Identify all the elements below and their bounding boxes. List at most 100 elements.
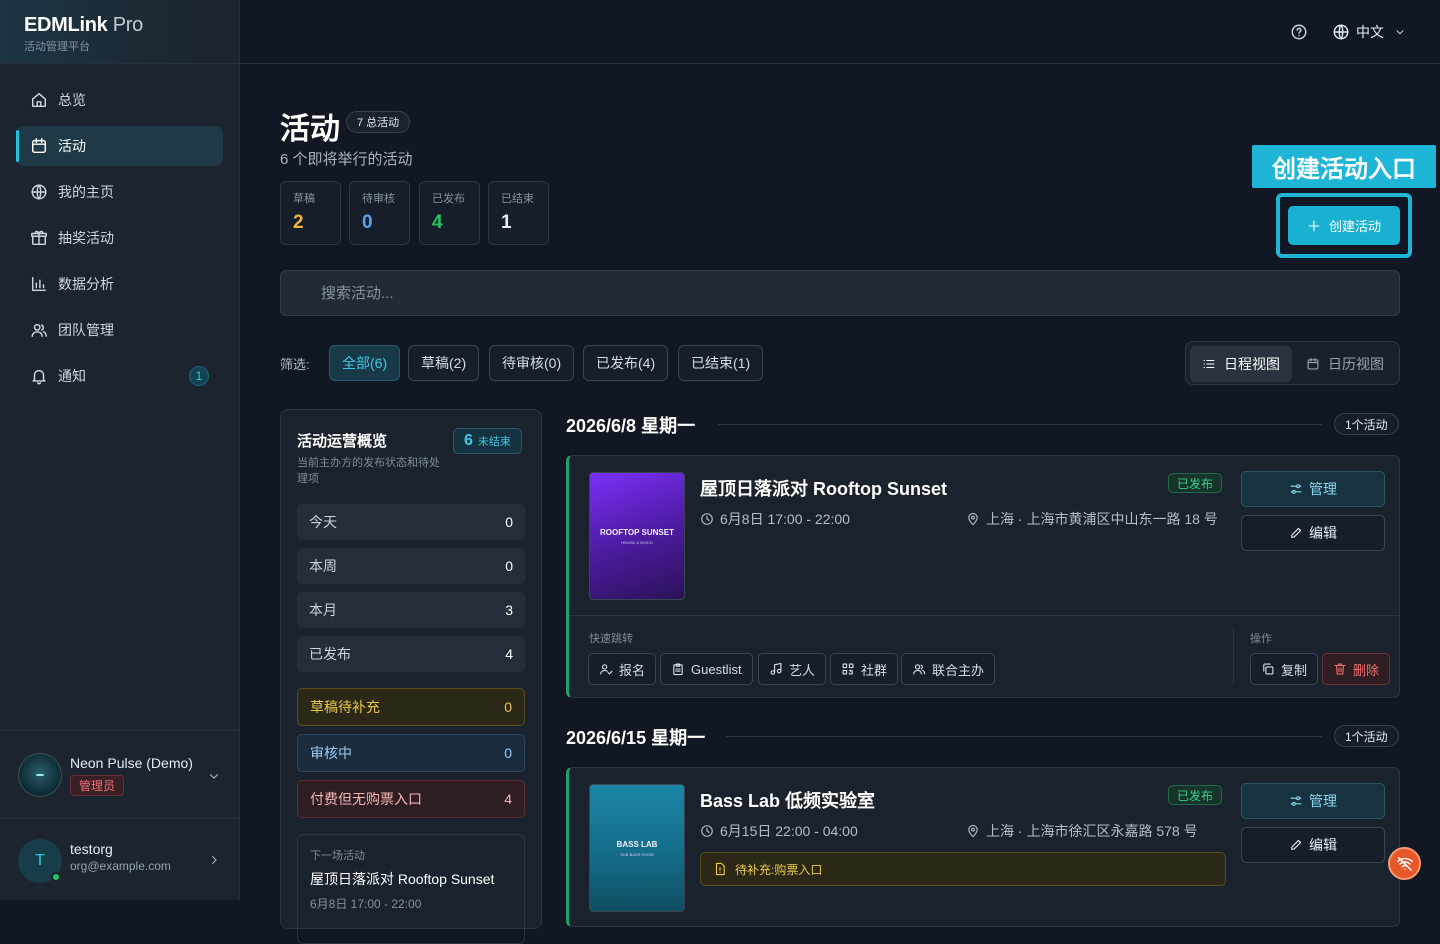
filter-pending[interactable]: 待审核(0) — [489, 345, 575, 381]
bell-icon — [32, 369, 46, 385]
event-title[interactable]: 屋顶日落派对 Rooftop Sunset — [700, 475, 947, 501]
sidebar-item-team[interactable]: 团队管理 — [16, 310, 223, 350]
manage-button[interactable]: 管理 — [1241, 471, 1385, 507]
sidebar-item-lottery[interactable]: 抽奖活动 — [16, 218, 223, 258]
create-event-button[interactable]: 创建活动 — [1288, 206, 1400, 245]
delete-button[interactable]: 删除 — [1322, 653, 1391, 685]
row-value: 3 — [505, 602, 513, 618]
sidebar-item-homepage[interactable]: 我的主页 — [16, 172, 223, 212]
edit-button[interactable]: 编辑 — [1241, 827, 1385, 863]
quick-registration-button[interactable]: 报名 — [588, 653, 657, 685]
row-label: 审核中 — [310, 745, 352, 761]
actions-label: 操作 — [1250, 633, 1272, 645]
panel-title: 活动运营概览 — [297, 433, 388, 450]
copy-icon — [1263, 663, 1274, 675]
sidebar-item-notifications[interactable]: 通知 1 — [16, 356, 223, 396]
edit-label: 编辑 — [1309, 837, 1337, 853]
online-status-dot — [51, 872, 61, 882]
stat-pending-review[interactable]: 待审核 0 — [349, 181, 410, 245]
network-status-button[interactable] — [1388, 847, 1421, 880]
schedule-view-label: 日程视图 — [1224, 356, 1280, 372]
quick-cohost-button[interactable]: 联合主办 — [901, 653, 996, 685]
users-icon — [31, 323, 47, 338]
role-badge: 管理员 — [70, 775, 125, 796]
event-time: 6月15日 22:00 - 04:00 — [700, 821, 858, 841]
top-bar: 中文 — [240, 0, 1440, 64]
stat-ended[interactable]: 已结束 1 — [488, 181, 549, 245]
notification-count-badge: 1 — [189, 366, 209, 386]
event-title[interactable]: Bass Lab 低频实验室 — [700, 787, 875, 813]
alert-paid-no-ticket-link[interactable]: 付费但无购票入口 4 — [297, 780, 525, 818]
help-button[interactable] — [1290, 23, 1308, 41]
quick-artists-button[interactable]: 艺人 — [758, 653, 827, 685]
sidebar-item-label: 数据分析 — [58, 276, 114, 292]
sliders-icon — [1290, 484, 1302, 494]
brand-logo[interactable]: EDMLink Pro — [24, 14, 215, 37]
event-poster[interactable]: ROOFTOP SUNSET HOUSE & DISCO — [589, 472, 685, 600]
globe-icon — [31, 184, 47, 200]
event-location: 上海 · 上海市徐汇区永嘉路 578 号 — [966, 821, 1198, 841]
row-value: 4 — [505, 646, 513, 662]
event-location-text: 上海 · 上海市黄浦区中山东一路 18 号 — [986, 511, 1218, 527]
alert-draft-incomplete[interactable]: 草稿待补充 0 — [297, 688, 525, 726]
pencil-icon — [1291, 839, 1302, 850]
create-event-label: 创建活动 — [1328, 219, 1381, 234]
clipboard-icon — [673, 663, 683, 676]
filter-published[interactable]: 已发布(4) — [583, 345, 669, 381]
user-check-icon — [600, 664, 613, 675]
schedule-view-button[interactable]: 日程视图 — [1190, 346, 1292, 382]
event-time: 6月8日 17:00 - 22:00 — [700, 509, 850, 529]
filter-all[interactable]: 全部(6) — [329, 345, 401, 381]
filter-ended[interactable]: 已结束(1) — [678, 345, 764, 381]
sidebar-item-analytics[interactable]: 数据分析 — [16, 264, 223, 304]
sidebar-item-label: 活动 — [58, 138, 86, 154]
quick-guestlist-button[interactable]: Guestlist — [660, 653, 753, 685]
quick-label: 社群 — [861, 662, 888, 678]
edit-button[interactable]: 编辑 — [1241, 515, 1385, 551]
user-avatar: T — [18, 839, 62, 883]
brand-subtitle: 活动管理平台 — [24, 41, 90, 53]
stat-label: 已结束 — [501, 193, 534, 205]
language-selector[interactable]: 中文 — [1332, 22, 1406, 42]
quick-label: 报名 — [619, 662, 646, 678]
event-time-text: 6月8日 17:00 - 22:00 — [720, 511, 850, 527]
stat-draft[interactable]: 草稿 2 — [280, 181, 341, 245]
row-label: 付费但无购票入口 — [310, 791, 422, 807]
pending-item-notice[interactable]: 待补充:购票入口 — [700, 852, 1226, 886]
alert-in-review[interactable]: 审核中 0 — [297, 734, 525, 772]
plus-icon — [1308, 220, 1320, 231]
row-label: 今天 — [309, 514, 337, 530]
manage-button[interactable]: 管理 — [1241, 783, 1385, 819]
stat-published[interactable]: 已发布 4 — [419, 181, 480, 245]
calendar-view-button[interactable]: 日历视图 — [1294, 346, 1396, 382]
filter-draft[interactable]: 草稿(2) — [408, 345, 480, 381]
overview-row-month[interactable]: 本月 3 — [297, 592, 525, 628]
event-card: BASS LAB SUB-BASS ROOM Bass Lab 低频实验室 6月… — [566, 767, 1400, 927]
organization-name: Neon Pulse (Demo) — [70, 755, 193, 771]
search-input[interactable] — [321, 284, 1359, 302]
organization-avatar — [18, 753, 62, 797]
user-menu[interactable]: T testorg org@example.com — [0, 818, 239, 900]
sidebar-item-label: 总览 — [58, 92, 86, 108]
status-badge: 已发布 — [1168, 473, 1223, 493]
event-count-pill: 1个活动 — [1334, 725, 1399, 747]
status-badge: 已发布 — [1168, 785, 1223, 805]
clock-icon — [701, 513, 713, 525]
next-event-box[interactable]: 下一场活动 屋顶日落派对 Rooftop Sunset 6月8日 17:00 -… — [297, 834, 525, 944]
row-label: 已发布 — [309, 646, 351, 662]
sidebar-item-overview[interactable]: 总览 — [16, 80, 223, 120]
overview-row-week[interactable]: 本周 0 — [297, 548, 525, 584]
overview-row-today[interactable]: 今天 0 — [297, 504, 525, 540]
open-events-label: 未结束 — [477, 436, 511, 448]
copy-button[interactable]: 复制 — [1250, 653, 1319, 685]
help-icon — [1291, 24, 1307, 40]
sidebar-item-events[interactable]: 活动 — [16, 126, 223, 166]
organization-switcher[interactable]: Neon Pulse (Demo) 管理员 — [0, 730, 239, 818]
event-location: 上海 · 上海市黄浦区中山东一路 18 号 — [966, 509, 1218, 529]
quick-community-button[interactable]: 社群 — [830, 653, 899, 685]
poster-title: BASS LAB — [616, 839, 658, 849]
card-divider — [569, 615, 1399, 616]
overview-row-published[interactable]: 已发布 4 — [297, 636, 525, 672]
event-poster[interactable]: BASS LAB SUB-BASS ROOM — [589, 784, 685, 912]
date-divider — [726, 736, 1322, 737]
